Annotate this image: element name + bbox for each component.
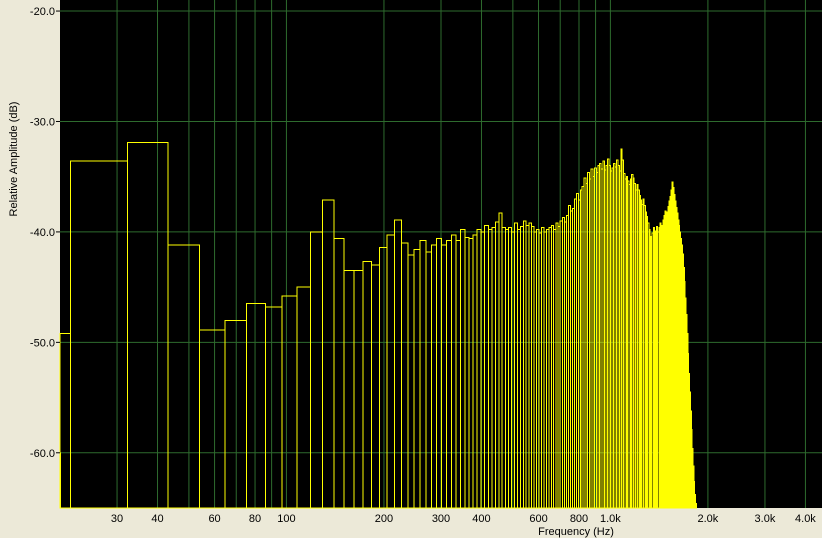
spectrum-chart: -20.0 -30.0 -40.0 -50.0 -60.0 30 40 60 80 100 200…: [8, 0, 822, 538]
y-tick-label: -30.0: [30, 116, 55, 128]
y-tick-label: -50.0: [30, 337, 55, 349]
x-tick-label: 200: [375, 513, 393, 525]
y-tick-label: -40.0: [30, 227, 55, 239]
x-tick-label: 2.0k: [698, 513, 719, 525]
spectrum-bar: [694, 503, 697, 509]
x-tick-label: 400: [472, 513, 490, 525]
x-tick-label: 30: [111, 513, 123, 525]
x-tick-label: 60: [208, 513, 220, 525]
x-tick-label: 80: [249, 513, 261, 525]
y-tick-label: -20.0: [30, 6, 55, 18]
x-tick-label: 600: [529, 513, 547, 525]
x-axis-label: Frequency (Hz): [538, 526, 614, 538]
x-tick-label: 800: [570, 513, 588, 525]
y-axis-ticks: -20.0 -30.0 -40.0 -50.0 -60.0: [30, 6, 60, 460]
x-tick-label: 1.0k: [600, 513, 621, 525]
x-tick-label: 300: [432, 513, 450, 525]
x-tick-label: 4.0k: [795, 513, 816, 525]
y-tick-label: -60.0: [30, 448, 55, 460]
x-tick-label: 100: [277, 513, 295, 525]
x-tick-label: 40: [151, 513, 163, 525]
y-axis-label: Relative Amplitude (dB): [8, 102, 20, 217]
x-tick-label: 3.0k: [755, 513, 776, 525]
x-axis-ticks: 30 40 60 80 100 200 300 400 600 800 1.0k 2.0k 3.0k 4.…: [111, 513, 816, 525]
